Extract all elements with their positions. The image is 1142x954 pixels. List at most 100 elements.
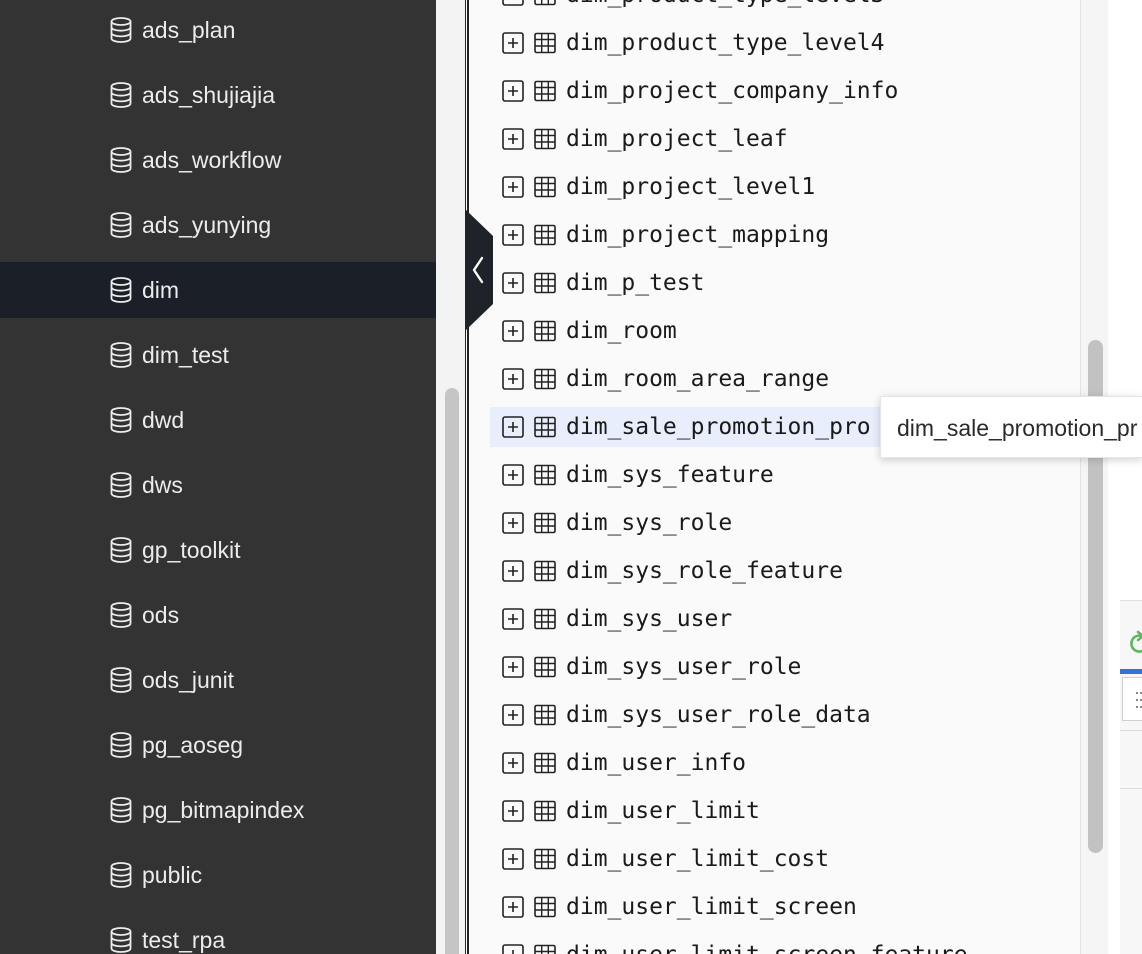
chevron-left-icon [466,210,493,330]
schema-item-ads-plan[interactable]: ads_plan [0,2,436,58]
schema-item-gp-toolkit[interactable]: gp_toolkit [0,522,436,578]
plus-square-icon[interactable] [502,0,524,6]
schema-item-ads-yunying[interactable]: ads_yunying [0,197,436,253]
plus-square-icon[interactable] [502,848,524,870]
active-tab-indicator [1120,669,1142,674]
tree-row-dim-project-level1[interactable]: dim_project_level1 [490,167,1080,207]
tree-row-dim-project-leaf[interactable]: dim_project_leaf [490,119,1080,159]
tree-row-dim-room-area-range[interactable]: dim_room_area_range [490,359,1080,399]
tree-row-dim-user-limit-cost[interactable]: dim_user_limit_cost [490,839,1080,879]
table-name-label: dim_product_type_level3 [566,0,885,8]
table-grid-icon [534,224,556,246]
drag-handle-icon[interactable] [1136,692,1142,708]
schema-item-ods[interactable]: ods [0,587,436,643]
table-name-label: dim_user_limit [566,798,760,824]
tree-row-dim-product-type-level3[interactable]: dim_product_type_level3 [490,0,1080,15]
plus-square-icon[interactable] [502,272,524,294]
plus-square-icon[interactable] [502,224,524,246]
table-grid-icon [534,464,556,486]
schema-item-label: ods_junit [142,666,235,693]
table-name-label: dim_sys_user_role_data [566,702,871,728]
plus-square-icon[interactable] [502,416,524,438]
database-icon [110,342,132,368]
schema-item-label: ads_workflow [142,146,282,173]
table-name-label: dim_sys_role_feature [566,558,843,584]
table-grid-icon [534,32,556,54]
table-grid-icon [534,848,556,870]
plus-square-icon[interactable] [502,464,524,486]
tree-row-dim-project-company-info[interactable]: dim_project_company_info [490,71,1080,111]
tree-row-dim-sys-feature[interactable]: dim_sys_feature [490,455,1080,495]
tree-row-dim-user-info[interactable]: dim_user_info [490,743,1080,783]
tree-row-dim-sys-role[interactable]: dim_sys_role [490,503,1080,543]
tree-row-dim-project-mapping[interactable]: dim_project_mapping [490,215,1080,255]
table-grid-icon [534,752,556,774]
plus-square-icon[interactable] [502,512,524,534]
plus-square-icon[interactable] [502,176,524,198]
schema-item-ods-junit[interactable]: ods_junit [0,652,436,708]
plus-square-icon[interactable] [502,80,524,102]
schema-item-label: pg_aoseg [142,731,244,758]
table-grid-icon [534,512,556,534]
table-name-label: dim_sys_feature [566,462,774,488]
schema-item-label: ads_yunying [142,211,272,238]
plus-square-icon[interactable] [502,32,524,54]
plus-square-icon[interactable] [502,128,524,150]
tree-row-dim-sys-user-role-data[interactable]: dim_sys_user_role_data [490,695,1080,735]
tree-row-dim-room[interactable]: dim_room [490,311,1080,351]
table-name-label: dim_user_limit_screen [566,894,857,920]
tree-row-dim-product-type-level4[interactable]: dim_product_type_level4 [490,23,1080,63]
table-name-label: dim_project_mapping [566,222,830,248]
table-grid-icon [534,320,556,342]
schema-item-test-rpa[interactable]: test_rpa [0,912,436,954]
sidebar-scrollbar-thumb[interactable] [445,388,459,954]
plus-square-icon[interactable] [502,944,524,954]
schema-item-ads-workflow[interactable]: ads_workflow [0,132,436,188]
plus-square-icon[interactable] [502,656,524,678]
database-icon [110,212,132,238]
schema-item-label: dws [142,471,183,498]
schema-item-pg-bitmapindex[interactable]: pg_bitmapindex [0,782,436,838]
schema-sidebar: ads_plan ads_shujiajia ads_workflow ads_yun… [0,0,436,954]
table-name-tooltip: dim_sale_promotion_pr [880,396,1142,458]
table-name-label: dim_room [566,318,677,344]
tree-row-dim-user-limit[interactable]: dim_user_limit [490,791,1080,831]
collapse-sidebar-button[interactable] [466,210,493,330]
table-grid-icon [534,272,556,294]
schema-item-dim-test[interactable]: dim_test [0,327,436,383]
database-icon [110,407,132,433]
tree-row-dim-sys-role-feature[interactable]: dim_sys_role_feature [490,551,1080,591]
plus-square-icon[interactable] [502,704,524,726]
plus-square-icon[interactable] [502,800,524,822]
table-grid-icon [534,608,556,630]
plus-square-icon[interactable] [502,752,524,774]
plus-square-icon[interactable] [502,560,524,582]
database-icon [110,732,132,758]
tree-row-dim-sys-user-role[interactable]: dim_sys_user_role [490,647,1080,687]
schema-item-public[interactable]: public [0,847,436,903]
plus-square-icon[interactable] [502,608,524,630]
tree-row-dim-sys-user[interactable]: dim_sys_user [490,599,1080,639]
tree-row-dim-user-limit-screen[interactable]: dim_user_limit_screen [490,887,1080,927]
schema-item-label: dim [142,276,180,303]
table-name-label: dim_sys_user [566,606,733,632]
table-grid-icon [534,944,556,954]
table-grid-icon [534,800,556,822]
database-icon [110,667,132,693]
schema-item-dim[interactable]: dim [0,262,436,318]
plus-square-icon[interactable] [502,368,524,390]
schema-item-pg-aoseg[interactable]: pg_aoseg [0,717,436,773]
plus-square-icon[interactable] [502,320,524,342]
table-grid-icon [534,656,556,678]
table-tree-panel: dim_product_type_level3 dim_product_type_… [467,0,1080,954]
schema-item-dws[interactable]: dws [0,457,436,513]
database-icon [110,537,132,563]
table-name-label: dim_project_company_info [566,78,899,104]
tree-row-dim-user-limit-screen-feature[interactable]: dim_user_limit_screen_feature [490,935,1080,954]
tree-row-dim-p-test[interactable]: dim_p_test [490,263,1080,303]
table-grid-icon [534,896,556,918]
schema-item-dwd[interactable]: dwd [0,392,436,448]
refresh-icon[interactable] [1128,630,1142,656]
schema-item-ads-shujiajia[interactable]: ads_shujiajia [0,67,436,123]
plus-square-icon[interactable] [502,896,524,918]
